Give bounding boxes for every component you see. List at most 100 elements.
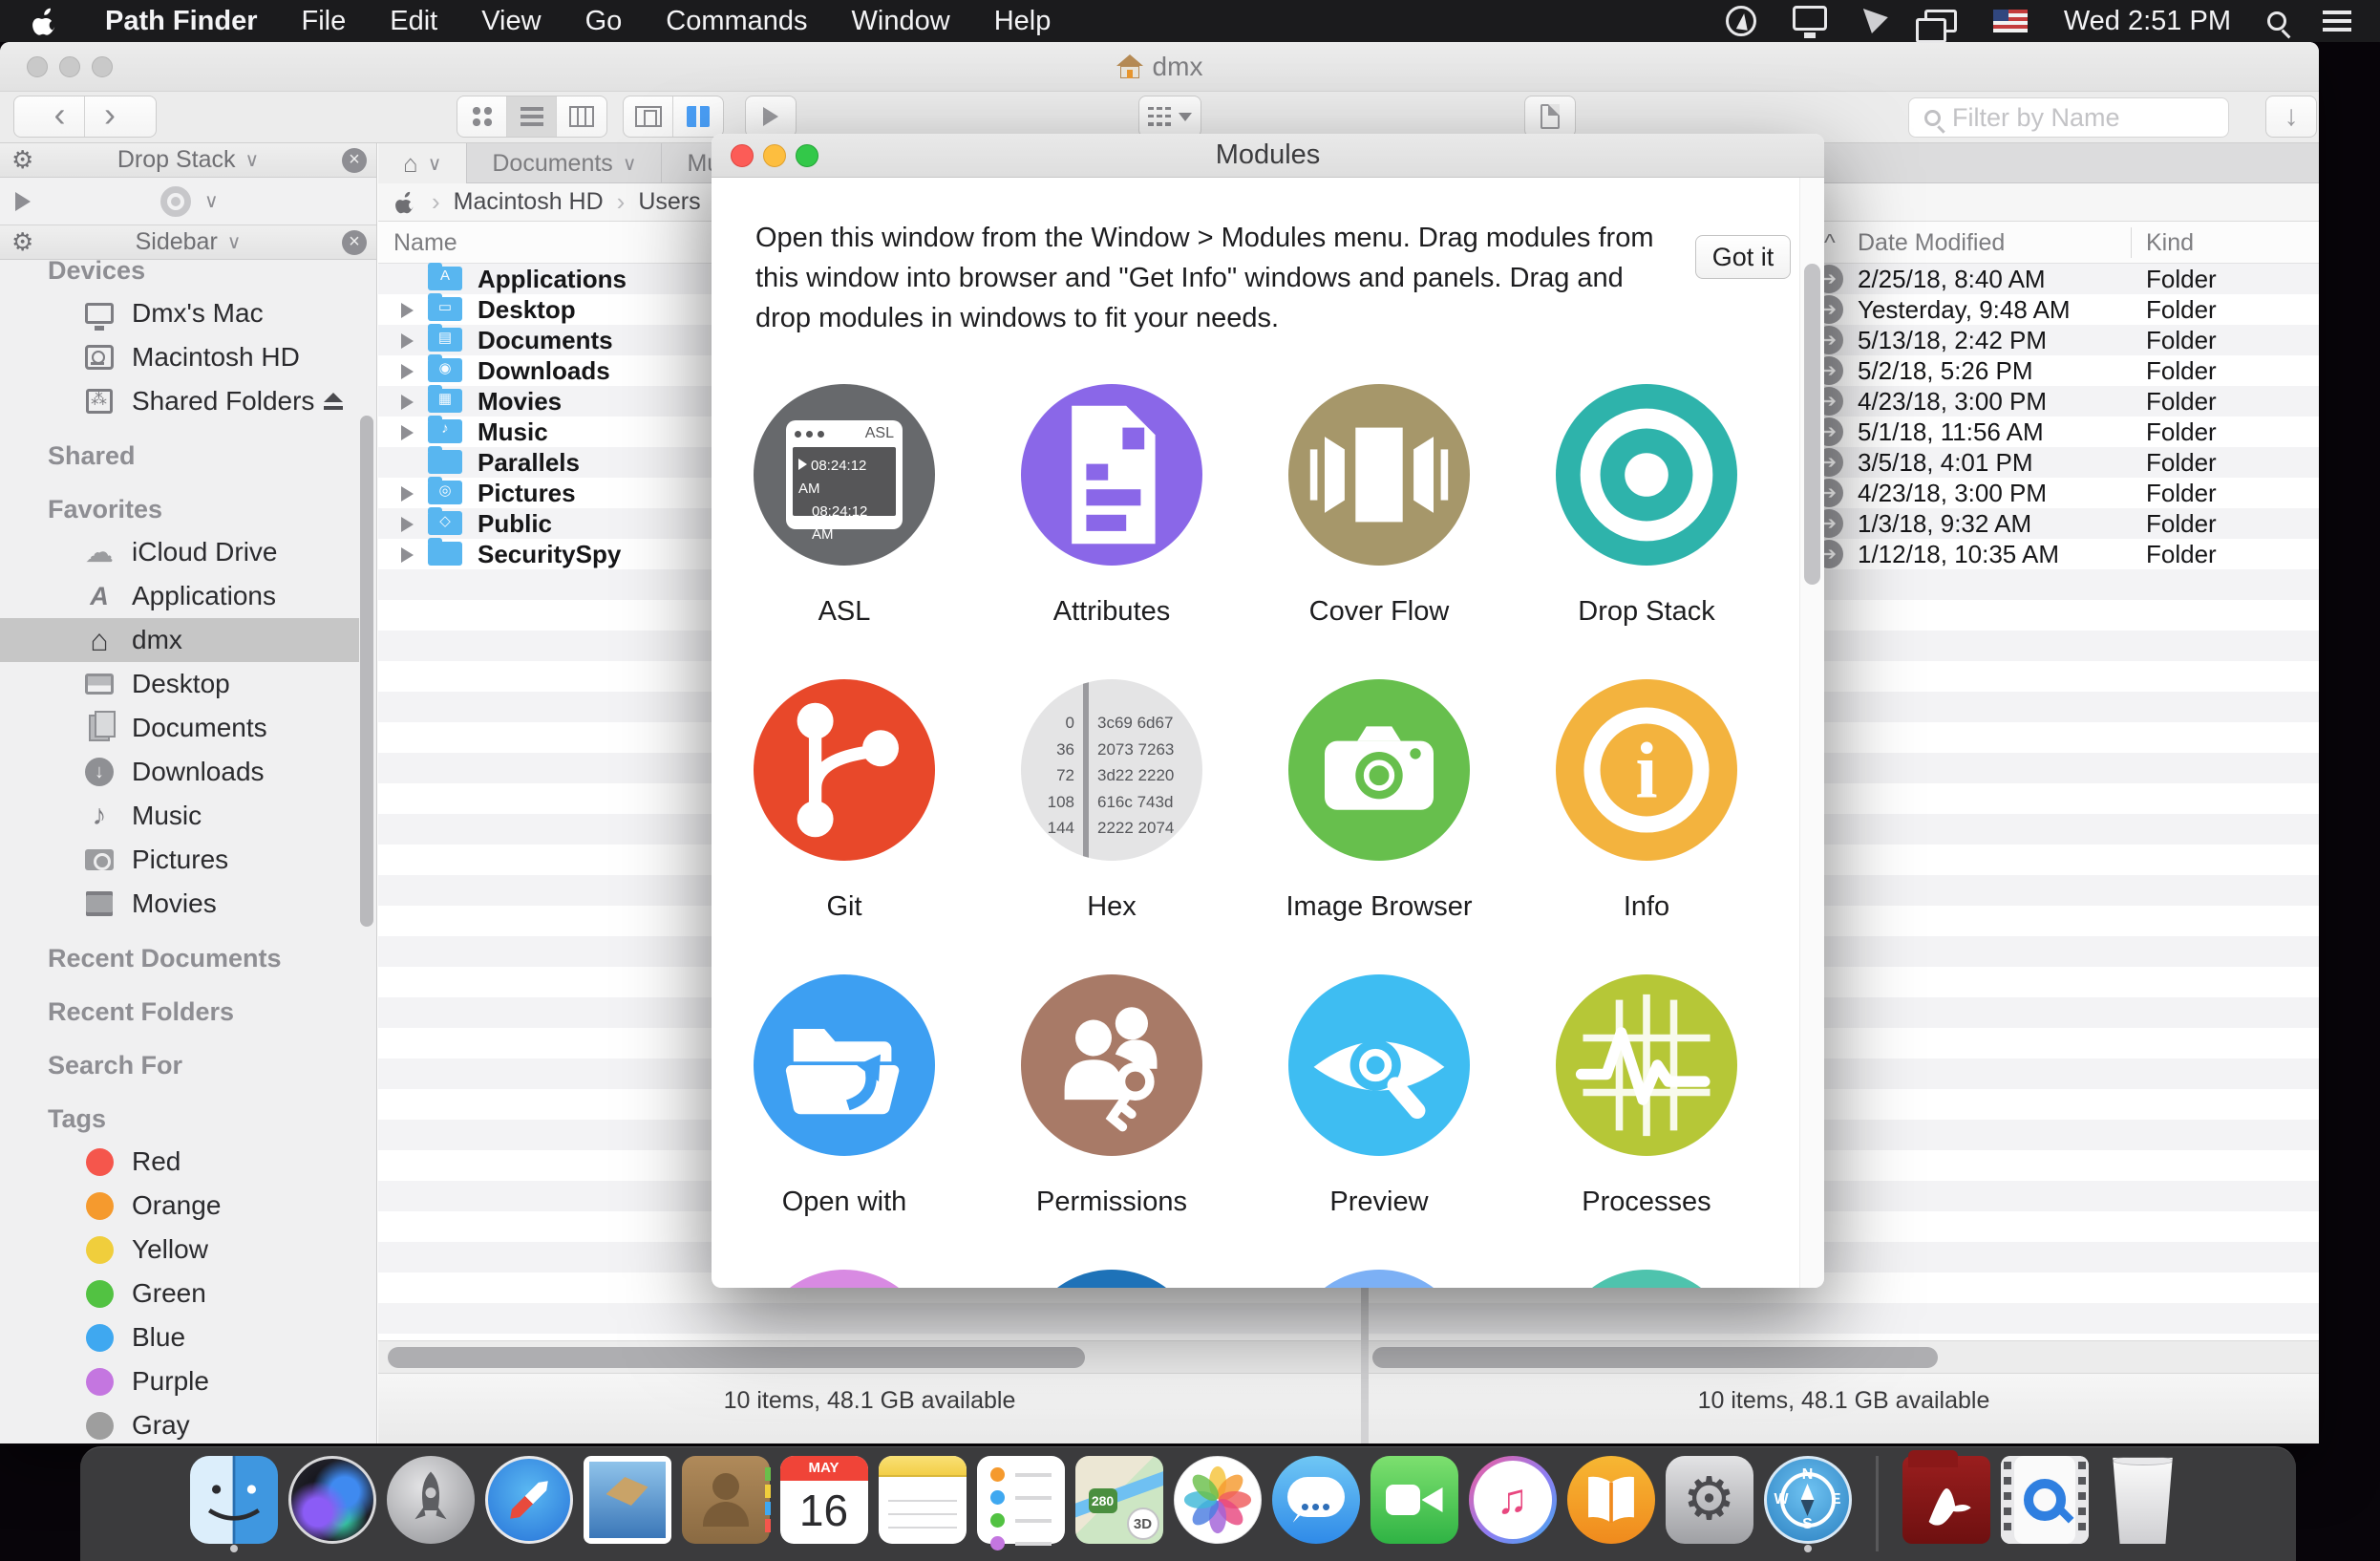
drop-stack-header[interactable]: ⚙ Drop Stack∨ × (0, 143, 376, 178)
module-partial[interactable] (1522, 1260, 1771, 1288)
sidebar-item-blue[interactable]: Blue (0, 1315, 377, 1359)
module-hex-icon[interactable]: 036721081443c69 6d672073 72633d22 222061… (1021, 679, 1202, 861)
module-image-browser-icon[interactable] (1288, 679, 1470, 861)
tab-documents[interactable]: Documents∨ (467, 143, 662, 183)
module-processes[interactable]: Processes (1522, 965, 1771, 1242)
disclosure-triangle-icon[interactable] (401, 425, 414, 440)
dock-contacts[interactable] (682, 1456, 770, 1544)
module-attributes-icon[interactable] (1021, 384, 1202, 566)
dock-quicktime[interactable] (2001, 1456, 2089, 1544)
dialog-titlebar[interactable]: Modules (712, 134, 1824, 178)
disclosure-triangle-icon[interactable] (401, 486, 414, 502)
dialog-scrollbar-thumb[interactable] (1804, 264, 1820, 585)
module-drop-stack-icon[interactable] (1556, 384, 1737, 566)
module-image-browser[interactable]: Image Browser (1255, 670, 1503, 947)
sidebar-item-dmx[interactable]: ⌂dmx (0, 618, 359, 662)
disclosure-triangle-icon[interactable] (401, 517, 414, 532)
slideshow-button[interactable] (745, 96, 797, 138)
dock-messages[interactable]: ••• (1272, 1456, 1360, 1544)
sidebar-item-macintosh-hd[interactable]: Macintosh HD (0, 335, 377, 379)
input-language-flag-icon[interactable] (1993, 10, 2028, 32)
menu-item-file[interactable]: File (302, 6, 347, 37)
dock-acrobat[interactable] (1902, 1456, 1990, 1544)
dock-itunes[interactable]: ♫ (1469, 1456, 1557, 1544)
dock-safari[interactable] (485, 1456, 573, 1544)
dialog-close-button[interactable] (731, 144, 754, 167)
close-icon[interactable]: × (342, 148, 367, 173)
dialog-zoom-button[interactable] (796, 144, 818, 167)
spotlight-search-icon[interactable] (2267, 11, 2286, 31)
download-button[interactable]: ↓ (2265, 96, 2317, 138)
sidebar-item-gray[interactable]: Gray (0, 1403, 377, 1443)
gear-icon[interactable]: ⚙ (11, 145, 33, 175)
sidebar-item-shared-folders[interactable]: Shared Folders (0, 379, 377, 423)
dock-siri[interactable] (288, 1456, 376, 1544)
sidebar-item-pictures[interactable]: Pictures (0, 838, 377, 882)
breadcrumb-computer-icon[interactable] (395, 189, 418, 215)
menu-clock[interactable]: Wed 2:51 PM (2064, 6, 2231, 37)
airplay-menu-icon[interactable] (1924, 10, 1957, 32)
menu-item-commands[interactable]: Commands (666, 6, 807, 37)
dock-launchpad[interactable] (387, 1456, 475, 1544)
module-cover-flow[interactable]: Cover Flow (1255, 374, 1503, 652)
sidebar-item-downloads[interactable]: ↓Downloads (0, 750, 377, 794)
module-preview-icon[interactable] (1288, 974, 1470, 1156)
dual-pane-button[interactable] (673, 96, 723, 137)
play-icon[interactable] (15, 192, 31, 211)
disclosure-triangle-icon[interactable] (401, 395, 414, 410)
module-partial[interactable] (988, 1260, 1236, 1288)
location-menu-icon[interactable] (1726, 6, 1756, 36)
list-view-button[interactable] (507, 96, 557, 137)
sidebar-item-orange[interactable]: Orange (0, 1184, 377, 1228)
dock-calendar[interactable]: MAY16 (780, 1456, 868, 1544)
module-cover-flow-icon[interactable] (1288, 384, 1470, 566)
dock-system-preferences[interactable]: ⚙ (1666, 1456, 1753, 1544)
column-view-button[interactable] (557, 96, 606, 137)
tab-home[interactable]: ⌂∨ (378, 143, 467, 183)
sidebar-item-documents[interactable]: Documents (0, 706, 377, 750)
dock-notes[interactable] (879, 1456, 967, 1544)
disclosure-triangle-icon[interactable] (401, 333, 414, 349)
menu-item-window[interactable]: Window (852, 6, 950, 37)
module-preview[interactable]: Preview (1255, 965, 1503, 1242)
sidebar-item-applications[interactable]: AApplications (0, 574, 377, 618)
filter-input[interactable] (1952, 103, 2191, 133)
module-info-icon[interactable]: i (1556, 679, 1737, 861)
module-asl[interactable]: ASL08:24:12 AM08:24:12 AMASL (720, 374, 968, 652)
filter-field[interactable] (1908, 97, 2229, 138)
breadcrumb-item[interactable]: Macintosh HD (454, 188, 604, 216)
dock-path-finder[interactable]: NSWE (1764, 1456, 1852, 1544)
disclosure-triangle-icon[interactable] (401, 303, 414, 318)
back-button[interactable]: ‹ (35, 96, 85, 137)
disclosure-triangle-icon[interactable] (401, 547, 414, 563)
sidebar-item-music[interactable]: ♪Music (0, 794, 377, 838)
eject-icon[interactable] (322, 393, 345, 410)
dock-reminders[interactable] (977, 1456, 1065, 1544)
dialog-scrollbar-track[interactable] (1799, 178, 1824, 1288)
menu-item-view[interactable]: View (481, 6, 541, 37)
sidebar-item-dmx-s-mac[interactable]: Dmx's Mac (0, 291, 377, 335)
arrange-menu-button[interactable] (1138, 96, 1201, 138)
module-git[interactable]: Git (720, 670, 968, 947)
kind-header[interactable]: Kind (2146, 229, 2194, 257)
menu-item-edit[interactable]: Edit (390, 6, 437, 37)
sort-indicator[interactable]: ^ (1824, 229, 1836, 257)
date-modified-header[interactable]: Date Modified (1858, 229, 2005, 257)
drop-stack-well[interactable]: ∨ (0, 178, 376, 225)
module-permissions[interactable]: Permissions (988, 965, 1236, 1242)
module-processes-icon[interactable] (1556, 974, 1737, 1156)
module-drop-stack[interactable]: Drop Stack (1522, 374, 1771, 652)
forward-button[interactable]: › (85, 96, 135, 137)
chevron-down-icon[interactable]: ∨ (204, 189, 219, 213)
dock-ibooks[interactable] (1567, 1456, 1655, 1544)
breadcrumb-item[interactable]: Users (638, 188, 700, 216)
module-open-with-icon[interactable] (754, 974, 935, 1156)
parallels-menu-icon[interactable] (1863, 9, 1888, 33)
sidebar-scrollbar[interactable] (360, 416, 373, 927)
module-partial[interactable] (720, 1260, 968, 1288)
right-horizontal-scrollbar[interactable] (1369, 1340, 2319, 1373)
sidebar-item-yellow[interactable]: Yellow (0, 1228, 377, 1272)
module-open-with[interactable]: Open with (720, 965, 968, 1242)
sidebar-item-green[interactable]: Green (0, 1272, 377, 1315)
dock-maps[interactable]: 2803D (1075, 1456, 1163, 1544)
